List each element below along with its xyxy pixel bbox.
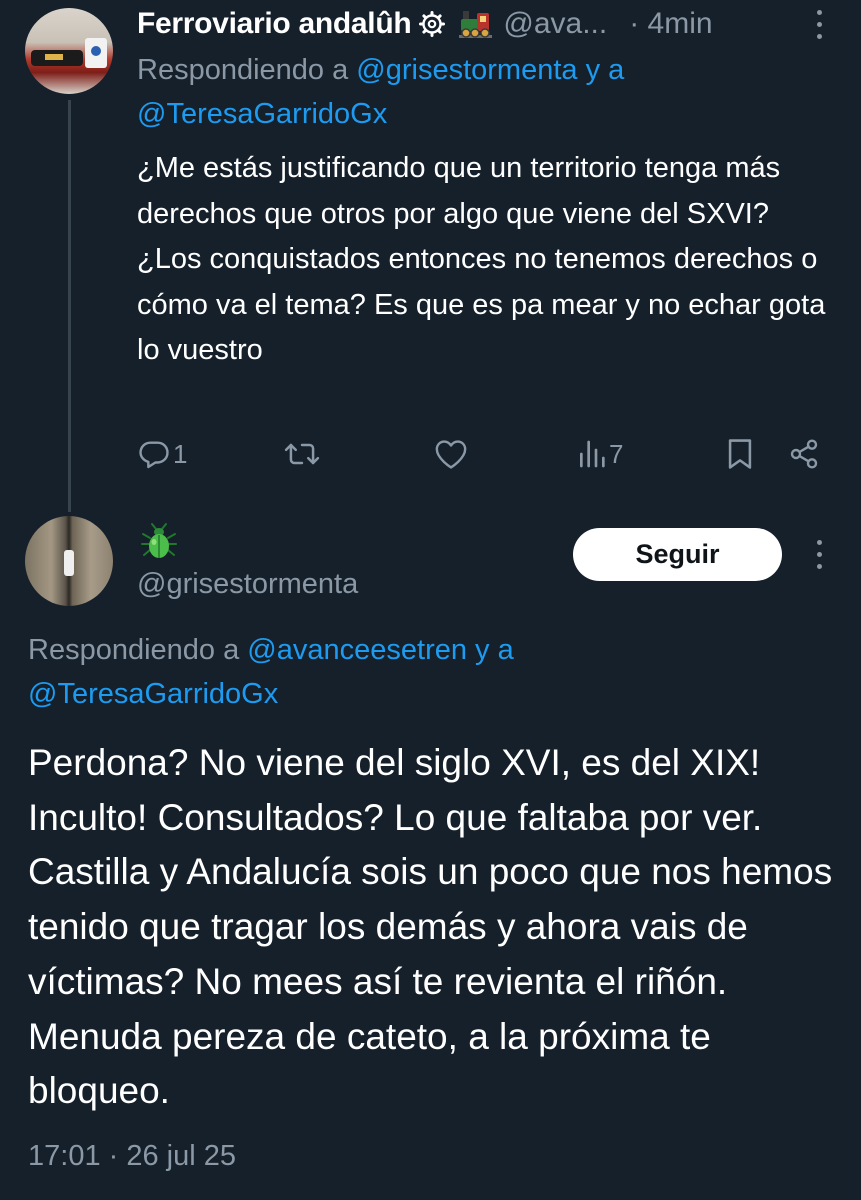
avatar-grisestormenta[interactable] [25,516,113,606]
more-options-icon[interactable] [810,536,828,572]
share-icon [790,439,818,469]
reply-count: 1 [173,438,188,469]
more-options-icon[interactable] [810,6,828,42]
like-button[interactable] [434,434,470,474]
display-name[interactable]: Ferroviario andalûh [137,7,412,41]
author-handle[interactable]: @ava... [503,7,607,41]
replying-to: Respondiendo a @grisestormenta y a @Tere… [137,48,837,136]
bookmark-icon [728,439,752,469]
beetle-icon [141,523,177,558]
mention-link[interactable]: @TeresaGarridoGx [137,98,387,130]
views-button[interactable]: 7 [577,434,623,474]
tweet2-text: Perdona? No viene del siglo XVI, es del … [28,742,833,1112]
gear-badge-icon [419,11,446,37]
tweet-time[interactable]: · 4min [629,7,712,41]
replying-to: Respondiendo a @avanceesetren y a @Teres… [28,628,828,716]
author-handle[interactable]: @grisestormenta [137,564,358,604]
views-count: 7 [609,438,624,469]
reply-connector: y a [475,634,514,666]
follow-button[interactable]: Seguir [573,528,782,581]
heart-icon [435,440,467,469]
locomotive-icon [459,11,493,38]
retweet-button[interactable] [284,434,322,474]
views-chart-icon [580,440,605,468]
reply-icon [139,441,169,469]
thread-line [68,100,71,512]
bookmark-button[interactable] [725,434,755,474]
avatar-ferroviario[interactable] [25,8,113,94]
mention-link[interactable]: @avanceesetren [247,634,467,666]
reply-prefix: Respondiendo a [28,634,240,666]
retweet-icon [284,443,320,465]
tweet1-header: Ferroviario andalûh @ava... · 4min [137,2,713,46]
tweet-timestamp[interactable]: 17:01 · 26 jul 25 [28,1136,236,1176]
reply-prefix: Respondiendo a [137,54,349,86]
reply-connector: y a [585,54,625,86]
mention-link[interactable]: @grisestormenta [356,54,577,86]
mention-link[interactable]: @TeresaGarridoGx [28,678,278,710]
tweet1-text: ¿Me estás justificando que un territorio… [137,152,826,366]
reply-button[interactable]: 1 [137,434,187,474]
share-button[interactable] [788,434,820,474]
